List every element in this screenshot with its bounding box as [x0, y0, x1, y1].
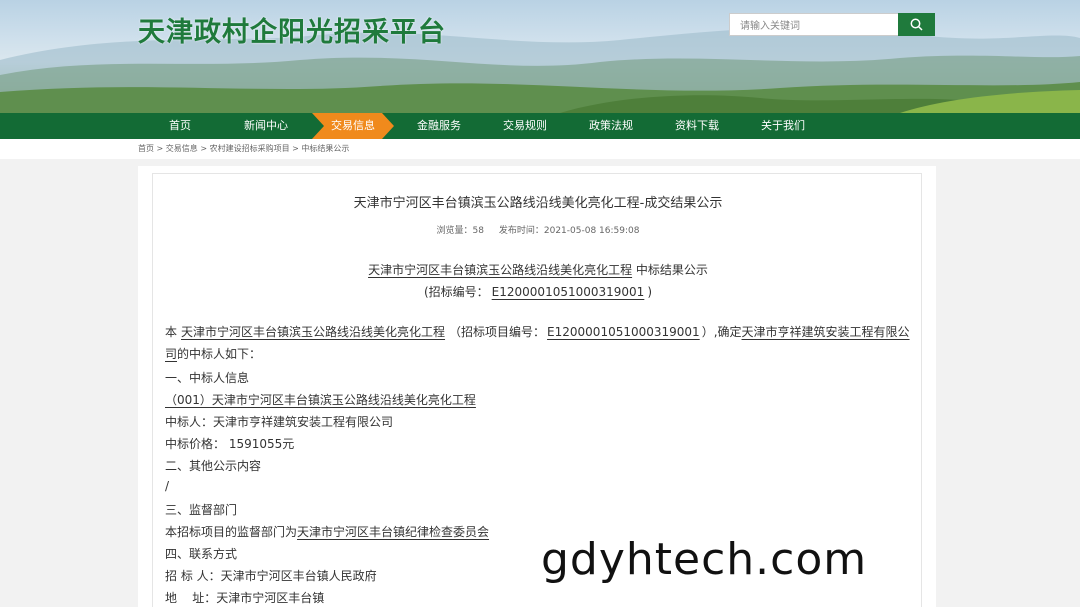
nav-item-downloads[interactable]: 资料下载: [666, 113, 728, 139]
other-content: /: [165, 479, 170, 493]
section-supervision: 三、监督部门: [165, 503, 238, 517]
header-banner: 天津政村企阳光招采平台: [0, 0, 1080, 113]
article-meta: 浏览量：58 发布时间：2021-05-08 16:59:08: [153, 223, 923, 236]
nav-item-about[interactable]: 关于我们: [752, 113, 814, 139]
notice-heading: 天津市宁河区丰台镇滨玉公路线沿线美化亮化工程 中标结果公示: [153, 261, 923, 278]
breadcrumb-bar: 首页 > 交易信息 > 农村建设招标采购项目 > 中标结果公示: [0, 139, 1080, 159]
search-input[interactable]: [730, 16, 898, 37]
supervision-dept: 天津市宁河区丰台镇纪律检查委员会: [297, 525, 490, 539]
search-box: [729, 13, 899, 37]
bid-number-line: (招标编号： E1200001051000319001): [153, 283, 923, 300]
bid-number-prefix: (招标编号：: [423, 285, 489, 299]
breadcrumb-current: 中标结果公示: [301, 144, 350, 153]
nav-item-rules[interactable]: 交易规则: [494, 113, 556, 139]
search-button[interactable]: [898, 13, 935, 36]
views-label: 浏览量：: [436, 226, 473, 236]
nav-item-trading-info[interactable]: 交易信息: [312, 113, 394, 139]
site-title: 天津政村企阳光招采平台: [138, 17, 446, 48]
tenderer-line: 招 标 人：天津市宁河区丰台镇人民政府: [165, 569, 377, 583]
published-value: 2021-05-08 16:59:08: [543, 226, 640, 236]
supervision-line: 本招标项目的监督部门为天津市宁河区丰台镇纪律检查委员会: [165, 523, 489, 540]
price-line: 中标价格： 1591055元: [165, 437, 295, 451]
search-icon: [910, 18, 923, 31]
intro-b: （招标项目编号：: [449, 325, 546, 339]
breadcrumb-trading-info[interactable]: 交易信息: [166, 144, 198, 153]
watermark: gdyhtech.com: [541, 534, 868, 585]
breadcrumb-separator: >: [197, 144, 210, 153]
intro-project: 天津市宁河区丰台镇滨玉公路线沿线美化亮化工程: [181, 325, 446, 339]
section-contact: 四、联系方式: [165, 547, 238, 561]
intro-paragraph: 本天津市宁河区丰台镇滨玉公路线沿线美化亮化工程 （招标项目编号： E12000010…: [165, 321, 913, 365]
nav-item-news[interactable]: 新闻中心: [232, 113, 300, 139]
views-value: 58: [472, 226, 484, 236]
nav-item-finance[interactable]: 金融服务: [408, 113, 470, 139]
main-nav: 首页 新闻中心 交易信息 金融服务 交易规则 政策法规 资料下载 关于我们: [0, 113, 1080, 139]
supervision-label: 本招标项目的监督部门为: [165, 525, 298, 539]
address-line: 地 址：天津市宁河区丰台镇: [165, 591, 325, 605]
breadcrumb-separator: >: [154, 144, 166, 153]
breadcrumb-rural-projects[interactable]: 农村建设招标采购项目: [210, 144, 290, 153]
section-other: 二、其他公示内容: [165, 459, 262, 473]
intro-project-number: E1200001051000319001: [547, 325, 700, 339]
intro-c: ）,确定: [701, 325, 742, 339]
intro-d: 的中标人如下：: [177, 347, 262, 361]
article-title: 天津市宁河区丰台镇滨玉公路线沿线美化亮化工程-成交结果公示: [353, 196, 723, 211]
publish-time: 发布时间：2021-05-08 16:59:08: [499, 226, 640, 236]
heading-suffix: 中标结果公示: [635, 263, 708, 277]
lot-title: （001）天津市宁河区丰台镇滨玉公路线沿线美化亮化工程: [165, 393, 476, 407]
bid-number-suffix: ): [647, 285, 653, 299]
breadcrumb: 首页 > 交易信息 > 农村建设招标采购项目 > 中标结果公示: [138, 143, 349, 154]
bid-number: E1200001051000319001: [491, 285, 645, 299]
breadcrumb-home[interactable]: 首页: [138, 144, 154, 153]
section-winner-info: 一、中标人信息: [165, 371, 250, 385]
winner-line: 中标人：天津市亨祥建筑安装工程有限公司: [165, 415, 394, 429]
intro-a: 本: [165, 325, 178, 339]
nav-item-home[interactable]: 首页: [150, 113, 210, 139]
view-count: 浏览量：58: [437, 226, 484, 236]
published-label: 发布时间：: [498, 226, 544, 236]
heading-project-link[interactable]: 天津市宁河区丰台镇滨玉公路线沿线美化亮化工程: [368, 263, 632, 277]
breadcrumb-separator: >: [289, 144, 302, 153]
nav-item-policies[interactable]: 政策法规: [580, 113, 642, 139]
